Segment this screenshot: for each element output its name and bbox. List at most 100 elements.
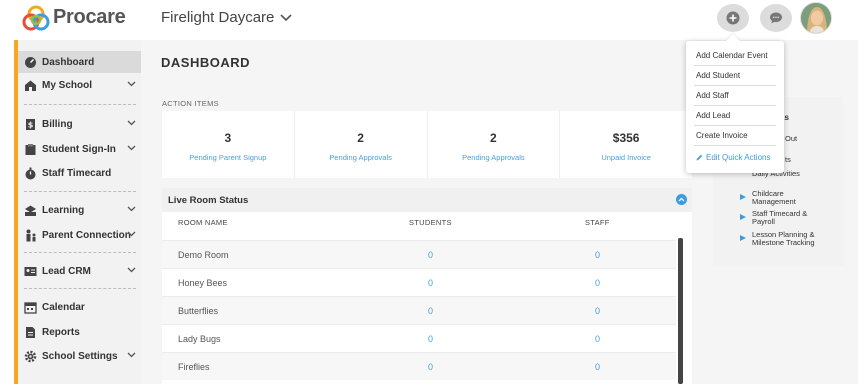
staff-count[interactable]: 0 [595, 278, 600, 288]
menu-item-add-student[interactable]: Add Student [686, 65, 784, 85]
action-item-card[interactable]: 2 Pending Approvals [295, 111, 428, 178]
quick-link[interactable]: Out [785, 135, 858, 143]
chevron-down-icon [127, 206, 136, 212]
edit-quick-actions-label: Edit Quick Actions [706, 152, 771, 162]
user-avatar[interactable] [800, 2, 832, 34]
sidebar-item-parent-connection[interactable]: Parent Connection [18, 224, 141, 246]
chevron-down-icon [127, 81, 136, 87]
action-item-card[interactable]: 2 Pending Approvals [428, 111, 561, 178]
sidebar-item-calendar[interactable]: Calendar [18, 296, 141, 318]
quick-link[interactable]: Lesson Planning & Milestone Tracking [752, 231, 822, 247]
school-selector[interactable]: Firelight Daycare [161, 9, 292, 26]
student-count[interactable]: 0 [428, 278, 433, 288]
learning-blocks-icon [23, 203, 37, 217]
action-item-link[interactable]: Unpaid Invoice [560, 153, 692, 162]
app-name: Procare [53, 6, 126, 28]
table-scrollbar[interactable] [678, 238, 683, 384]
sidebar-item-my-school[interactable]: My School [18, 74, 141, 96]
sidebar-item-label: Calendar [42, 301, 85, 313]
table-row[interactable]: Butterflies 0 0 [162, 296, 676, 324]
sidebar-item-school-settings[interactable]: School Settings [18, 345, 141, 367]
edit-quick-actions-link[interactable]: Edit Quick Actions [686, 147, 784, 167]
procare-logo-icon[interactable] [22, 5, 50, 33]
contact-card-icon [23, 264, 37, 278]
dashboard-gauge-icon [23, 55, 37, 69]
play-arrow-icon [740, 235, 746, 241]
sidebar-item-reports[interactable]: Reports [18, 321, 141, 343]
play-arrow-icon [740, 194, 746, 200]
billing-invoice-icon: $ [23, 117, 37, 131]
chevron-down-icon [127, 352, 136, 358]
quick-link[interactable]: Staff Timecard & Payroll [752, 210, 822, 226]
sidebar-item-dashboard[interactable]: Dashboard [18, 51, 141, 73]
table-row[interactable]: Demo Room 0 0 [162, 240, 676, 268]
panel-title: Live Room Status [168, 194, 249, 206]
sidebar-item-billing[interactable]: $ Billing [18, 113, 141, 135]
pencil-icon [696, 154, 703, 160]
sidebar-item-learning[interactable]: Learning [18, 199, 141, 221]
sidebar-divider [24, 104, 136, 105]
table-row[interactable]: Fireflies 0 0 [162, 352, 676, 380]
sidebar-item-label: Student Sign-In [42, 143, 116, 155]
quick-link[interactable]: ts [785, 156, 858, 164]
school-building-icon [23, 78, 37, 92]
sidebar-item-student-sign-in[interactable]: Student Sign-In [18, 138, 141, 160]
report-document-icon [23, 325, 37, 339]
menu-item-add-lead[interactable]: Add Lead [686, 105, 784, 125]
chat-bubble-icon [770, 12, 782, 24]
room-name: Lady Bugs [178, 334, 221, 344]
chevron-down-icon [127, 120, 136, 126]
table-row[interactable]: Lady Bugs 0 0 [162, 324, 676, 352]
action-item-link[interactable]: Pending Approvals [295, 153, 427, 162]
staff-count[interactable]: 0 [595, 250, 600, 260]
column-header: STUDENTS [409, 218, 452, 227]
student-count[interactable]: 0 [428, 306, 433, 316]
table-header: ROOM NAME STUDENTS STAFF [162, 218, 676, 238]
menu-item-create-invoice[interactable]: Create Invoice [686, 125, 784, 145]
sidebar-divider [24, 252, 136, 253]
sidebar-item-label: Lead CRM [42, 265, 91, 277]
sidebar-divider [24, 288, 136, 289]
action-item-link[interactable]: Pending Parent Signup [162, 153, 294, 162]
sidebar-item-lead-crm[interactable]: Lead CRM [18, 260, 141, 282]
student-count[interactable]: 0 [428, 250, 433, 260]
room-name: Honey Bees [178, 278, 228, 288]
sidebar-item-label: Dashboard [42, 56, 95, 68]
action-item-value: 2 [490, 131, 497, 145]
collapse-toggle-icon[interactable] [676, 194, 687, 205]
staff-count[interactable]: 0 [595, 362, 600, 372]
menu-item-add-calendar-event[interactable]: Add Calendar Event [686, 45, 784, 65]
quick-actions-button[interactable] [717, 4, 749, 32]
student-count[interactable]: 0 [428, 334, 433, 344]
sidebar-divider [24, 191, 136, 192]
play-arrow-icon [740, 214, 746, 220]
quick-link[interactable]: Childcare Management [752, 190, 812, 206]
svg-text:$: $ [27, 120, 33, 129]
action-items-panel: 3 Pending Parent Signup 2 Pending Approv… [162, 111, 692, 178]
plus-circle-icon [726, 11, 740, 25]
action-item-value: 3 [224, 131, 232, 145]
column-header: STAFF [585, 218, 610, 227]
sidebar-item-label: Reports [42, 326, 80, 338]
sidebar-item-staff-timecard[interactable]: Staff Timecard [18, 162, 141, 184]
gear-icon [23, 349, 37, 363]
table-row[interactable]: Honey Bees 0 0 [162, 268, 676, 296]
action-item-link[interactable]: Pending Approvals [428, 153, 560, 162]
live-room-status-panel: Live Room Status ROOM NAME STUDENTS STAF… [162, 188, 692, 384]
calendar-icon [23, 300, 37, 314]
student-count[interactable]: 0 [428, 362, 433, 372]
sidebar-item-label: Learning [42, 204, 85, 216]
room-name: Fireflies [178, 362, 210, 372]
messages-button[interactable] [760, 4, 792, 32]
menu-item-add-staff[interactable]: Add Staff [686, 85, 784, 105]
sidebar-item-label: Staff Timecard [42, 167, 112, 179]
menu-divider [694, 145, 776, 146]
action-item-card[interactable]: $356 Unpaid Invoice [560, 111, 692, 178]
sidebar-item-label: School Settings [42, 350, 118, 362]
chevron-down-icon [127, 267, 136, 273]
action-item-card[interactable]: 3 Pending Parent Signup [162, 111, 295, 178]
chevron-down-icon [127, 231, 136, 237]
clipboard-icon [23, 142, 37, 156]
staff-count[interactable]: 0 [595, 306, 600, 316]
staff-count[interactable]: 0 [595, 334, 600, 344]
